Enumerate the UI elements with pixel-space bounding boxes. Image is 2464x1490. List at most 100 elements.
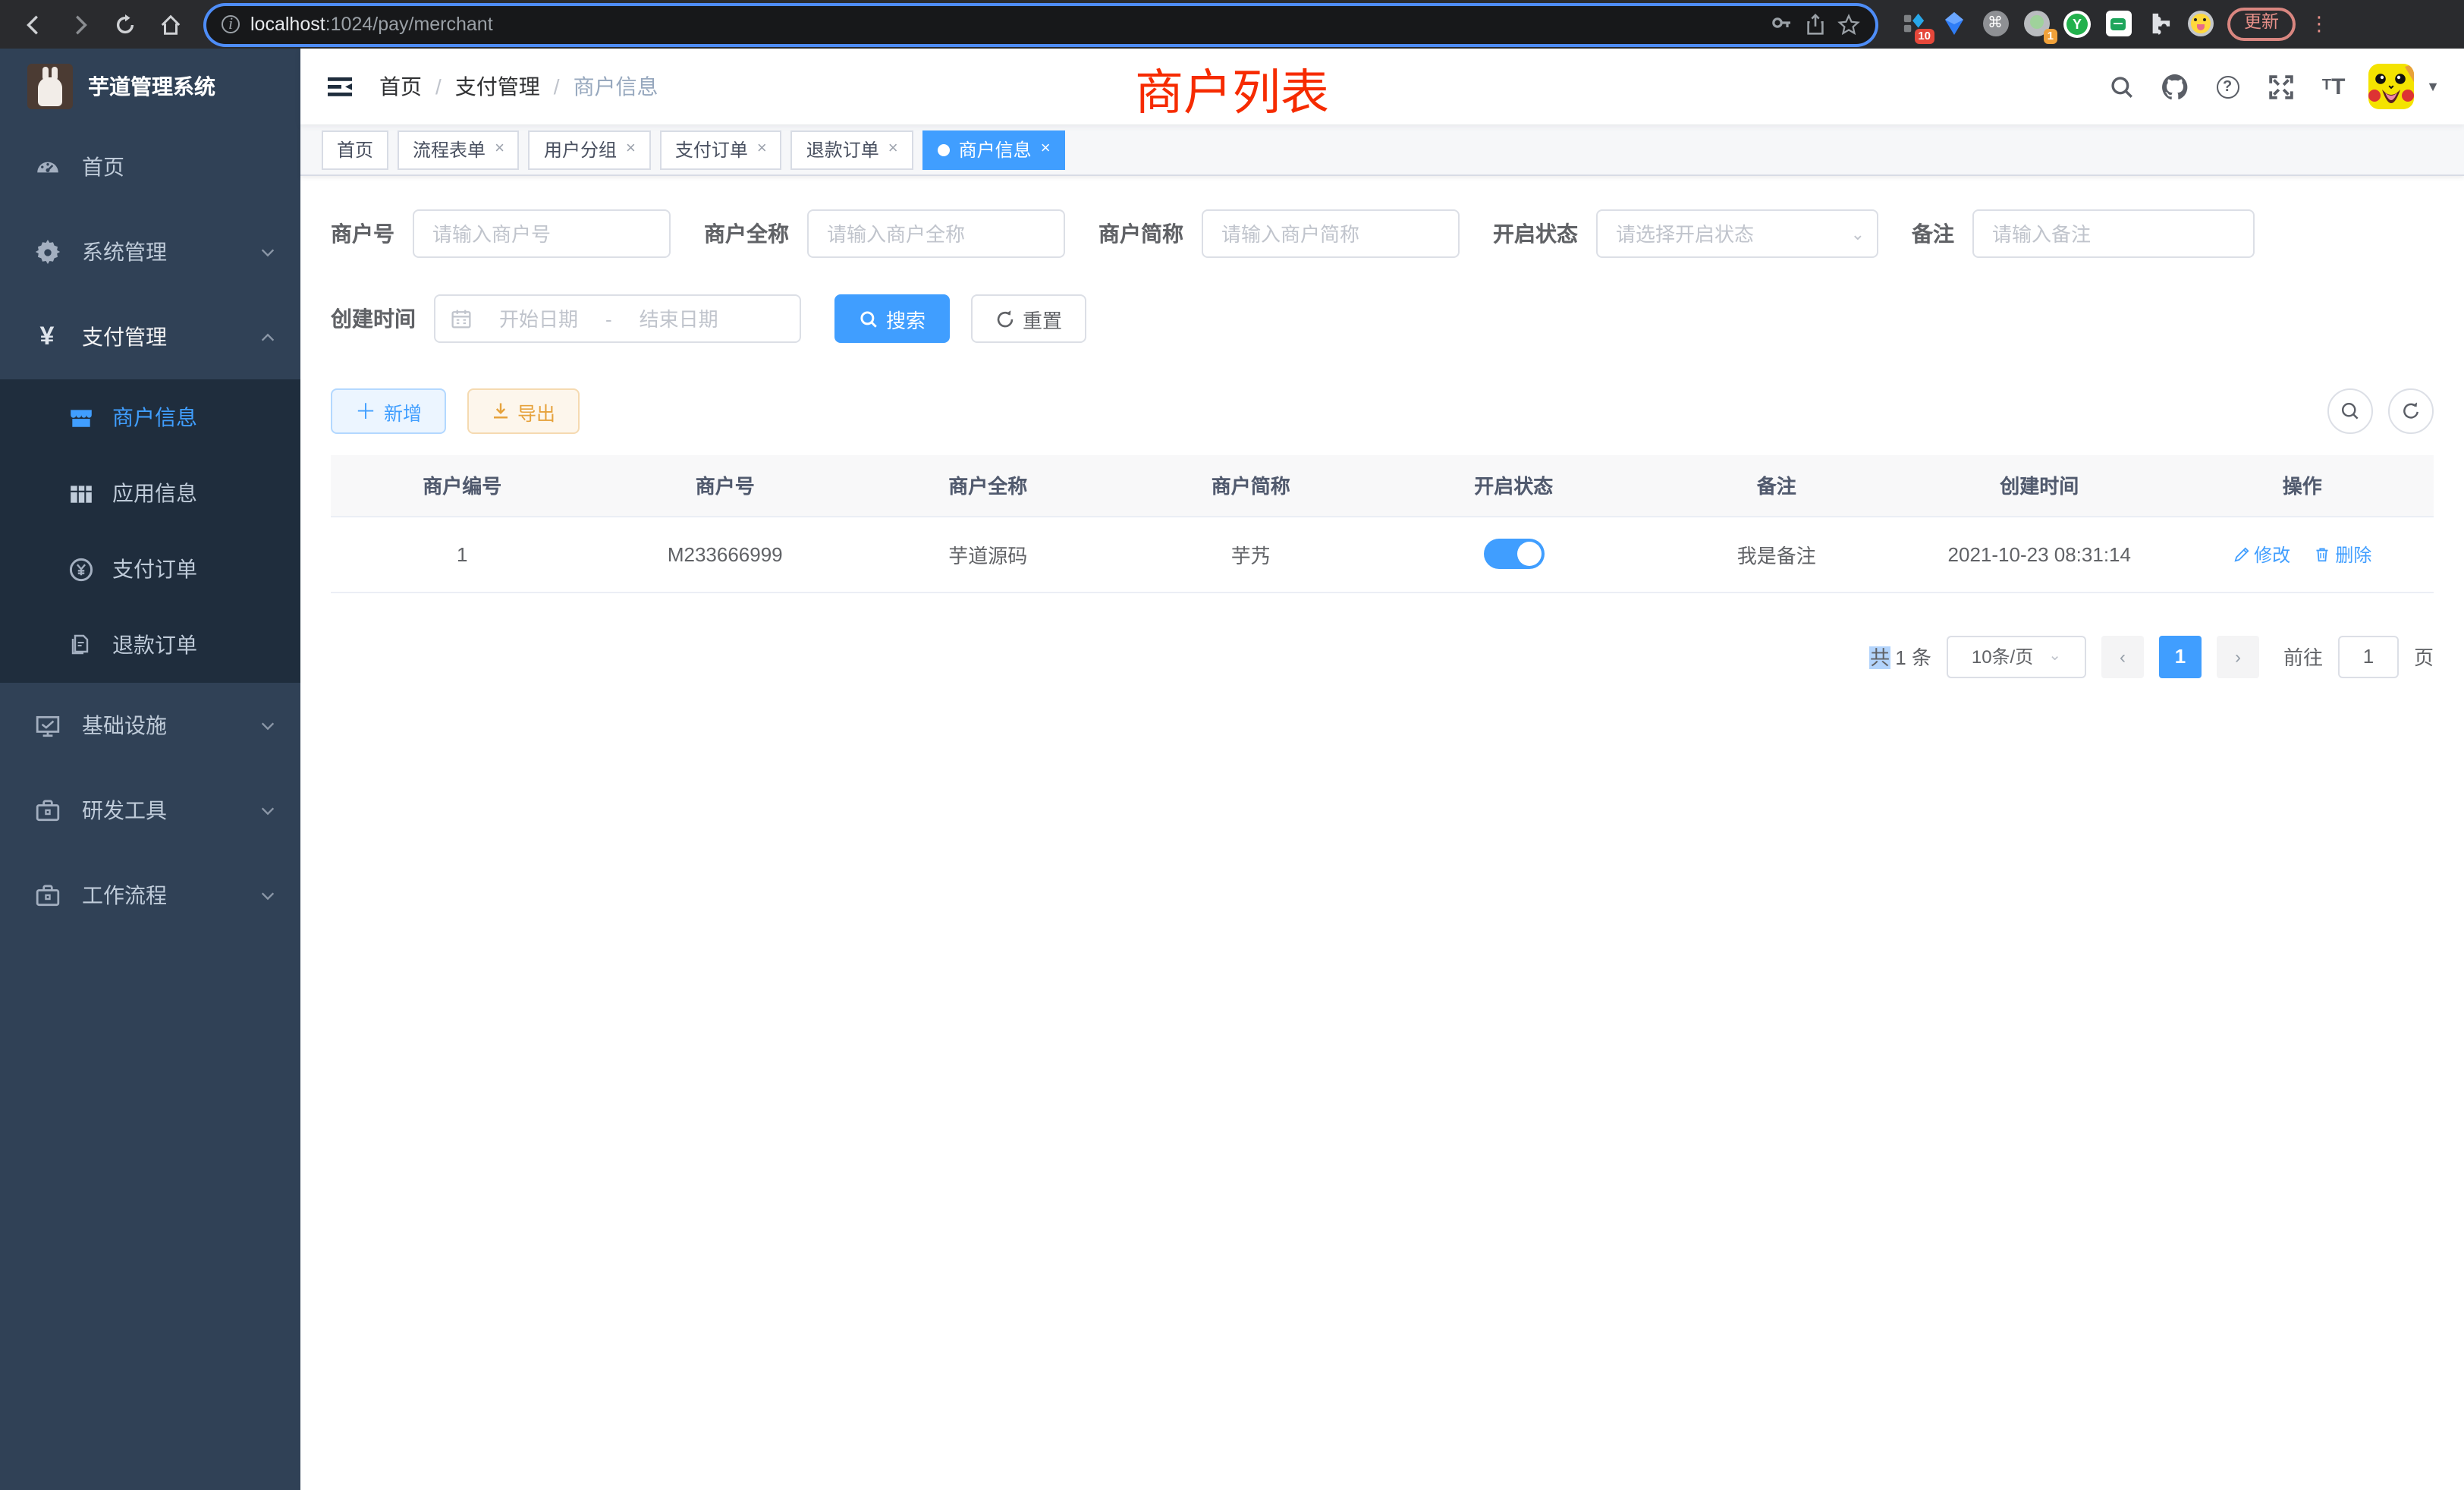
font-size-icon[interactable]: TT [2315, 68, 2352, 105]
browser-forward-button[interactable] [61, 6, 97, 42]
monitor-icon [33, 712, 61, 738]
merchant-no-label: 商户号 [331, 218, 394, 249]
sidebar-item-app-info[interactable]: 应用信息 [0, 455, 300, 531]
page-1-button[interactable]: 1 [2159, 635, 2202, 677]
status-select[interactable] [1596, 209, 1878, 258]
close-icon[interactable]: × [626, 141, 636, 158]
help-icon[interactable]: ? [2209, 68, 2246, 105]
extension-avatar-icon[interactable]: 1 [2022, 11, 2050, 38]
sidebar-collapse-icon[interactable] [325, 71, 355, 102]
screen: i localhost:1024/pay/merchant 10 ⌘ [0, 0, 2464, 1490]
grid-icon [67, 480, 94, 506]
end-date-input[interactable] [624, 306, 734, 332]
edit-link[interactable]: 修改 [2233, 541, 2290, 567]
add-button[interactable]: ＋ 新增 [331, 388, 446, 434]
sidebar-item-pay[interactable]: ¥ 支付管理 [0, 294, 300, 379]
browser-home-button[interactable] [152, 6, 188, 42]
create-time-label: 创建时间 [331, 303, 416, 334]
briefcase-icon [33, 882, 61, 908]
breadcrumb-home[interactable]: 首页 [379, 71, 422, 102]
tab-refund-order[interactable]: 退款订单× [791, 130, 913, 169]
browser-reload-button[interactable] [106, 6, 143, 42]
browser-back-button[interactable] [15, 6, 52, 42]
sidebar-item-refund-order[interactable]: 退款订单 [0, 607, 300, 683]
app-logo-row[interactable]: 芋道管理系统 [0, 49, 300, 124]
export-button[interactable]: 导出 [467, 388, 580, 434]
full-name-label: 商户全称 [704, 218, 789, 249]
total-count: 共 1 条 [1870, 642, 1931, 671]
sidebar-item-workflow[interactable]: 工作流程 [0, 853, 300, 938]
store-icon [67, 404, 94, 430]
browser-update-button[interactable]: 更新 [2227, 8, 2296, 41]
share-icon[interactable] [1804, 13, 1827, 36]
document-icon [67, 633, 94, 657]
site-info-icon[interactable]: i [222, 15, 240, 33]
sidebar-item-label: 工作流程 [82, 880, 238, 910]
page-size-select[interactable]: 10条/页 ⌄ [1947, 635, 2086, 677]
sidebar-item-home[interactable]: 首页 [0, 124, 300, 209]
plus-icon: ＋ [355, 401, 376, 422]
filter-row-2: 创建时间 - 搜索 [331, 294, 2434, 343]
tab-process-form[interactable]: 流程表单× [398, 130, 520, 169]
date-range-picker[interactable]: - [434, 294, 801, 343]
prev-page-button[interactable]: ‹ [2101, 635, 2144, 677]
tab-user-group[interactable]: 用户分组× [529, 130, 651, 169]
browser-menu-icon[interactable]: ⋮ [2309, 12, 2329, 36]
short-name-label: 商户简称 [1098, 218, 1183, 249]
reset-button[interactable]: 重置 [971, 294, 1086, 343]
close-icon[interactable]: × [1041, 141, 1051, 158]
status-toggle[interactable] [1483, 539, 1544, 569]
github-icon[interactable] [2156, 68, 2192, 105]
sidebar-item-merchant-info[interactable]: 商户信息 [0, 379, 300, 455]
next-page-button[interactable]: › [2217, 635, 2259, 677]
tab-home[interactable]: 首页 [322, 130, 388, 169]
col-status: 开启状态 [1382, 455, 1645, 516]
extensions-puzzle-icon[interactable] [2145, 11, 2173, 38]
search-button[interactable]: 搜索 [834, 294, 950, 343]
bookmark-star-icon[interactable] [1837, 13, 1860, 36]
password-key-icon[interactable] [1769, 12, 1793, 36]
short-name-input[interactable] [1202, 209, 1460, 258]
start-date-input[interactable] [484, 306, 593, 332]
search-icon[interactable] [2103, 68, 2139, 105]
sidebar-item-label: 应用信息 [112, 478, 197, 508]
profile-emoji-icon[interactable] [2186, 11, 2214, 38]
close-icon[interactable]: × [888, 141, 898, 158]
page-unit-label: 页 [2414, 642, 2434, 671]
goto-label: 前往 [2283, 642, 2323, 671]
chevron-down-icon [259, 717, 276, 734]
merchant-no-input[interactable] [413, 209, 671, 258]
refresh-button[interactable] [2388, 388, 2434, 434]
app-logo-rabbit [27, 64, 73, 109]
close-icon[interactable]: × [495, 141, 504, 158]
avatar-caret-icon[interactable]: ▼ [2426, 79, 2440, 94]
sidebar-item-pay-order[interactable]: 支付订单 [0, 531, 300, 607]
toggle-search-button[interactable] [2327, 388, 2373, 434]
pagination: 共 1 条 10条/页 ⌄ ‹ 1 › 前往 页 [331, 635, 2434, 677]
breadcrumb-separator: / [435, 74, 442, 99]
tab-pay-order[interactable]: 支付订单× [660, 130, 782, 169]
sidebar-item-infra[interactable]: 基础设施 [0, 683, 300, 768]
url-text[interactable]: localhost:1024/pay/merchant [250, 14, 1758, 35]
sidebar-item-dev-tools[interactable]: 研发工具 [0, 768, 300, 853]
dashboard-icon [33, 154, 61, 180]
sidebar-item-system[interactable]: 系统管理 [0, 209, 300, 294]
extension-command-icon[interactable]: ⌘ [1982, 11, 2009, 38]
tab-merchant-info[interactable]: 商户信息× [922, 130, 1066, 169]
breadcrumb-pay[interactable]: 支付管理 [455, 71, 540, 102]
remark-input[interactable] [1972, 209, 2255, 258]
extension-blocks-icon[interactable]: 10 [1900, 11, 1927, 38]
gear-icon [33, 239, 61, 265]
goto-page-input[interactable] [2338, 635, 2399, 677]
delete-link[interactable]: 删除 [2314, 541, 2371, 567]
user-avatar[interactable] [2368, 64, 2414, 109]
extension-gem-icon[interactable] [1941, 11, 1968, 38]
cell-short-name: 芋艿 [1120, 516, 1383, 592]
close-icon[interactable]: × [757, 141, 767, 158]
full-name-input[interactable] [807, 209, 1065, 258]
fullscreen-icon[interactable] [2262, 68, 2299, 105]
extension-chat-icon[interactable] [2104, 11, 2132, 38]
extension-y-icon[interactable]: Y [2063, 11, 2091, 38]
calendar-icon [451, 308, 472, 329]
address-bar[interactable]: i localhost:1024/pay/merchant [206, 5, 1875, 43]
